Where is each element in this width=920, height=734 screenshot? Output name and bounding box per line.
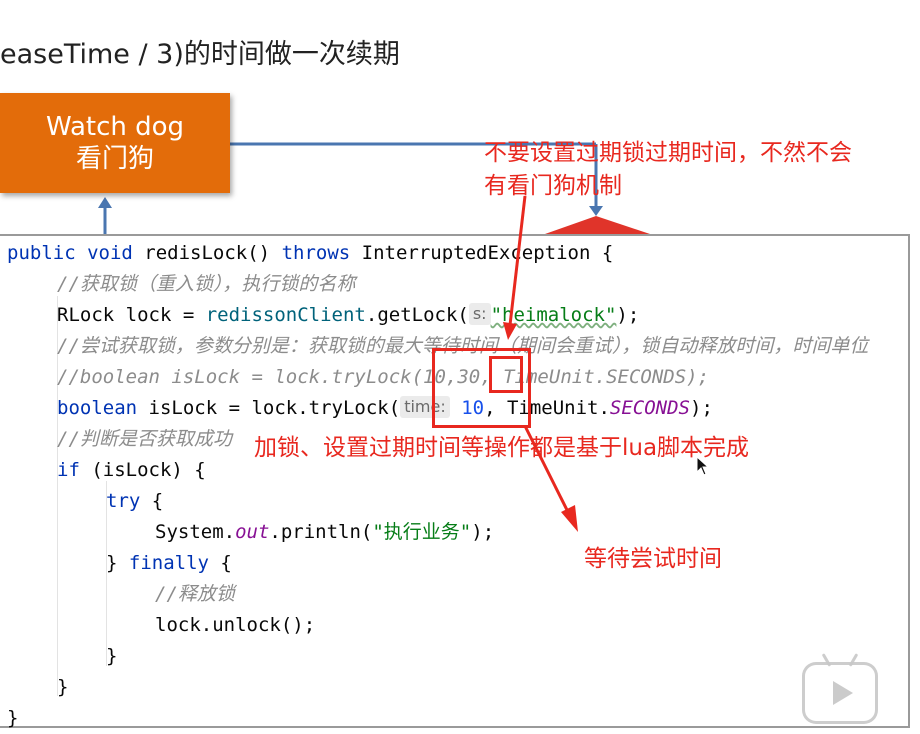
arrow-head-top [503, 322, 517, 340]
annotation-wait-time: 等待尝试时间 [584, 546, 722, 572]
annotation-no-expire-line1: 不要设置过期锁过期时间，不然不会 [484, 140, 852, 166]
annotation-arrows [503, 195, 578, 532]
arrow-line-top [508, 195, 527, 326]
play-video-logo-icon [802, 662, 878, 724]
annotation-no-expire-line2: 有看门狗机制 [484, 173, 622, 199]
arrow-head-bottom [561, 505, 578, 532]
annotation-lua-script: 加锁、设置过期时间等操作都是基于lua脚本完成 [254, 435, 750, 461]
play-triangle-icon [833, 681, 853, 705]
mouse-pointer-icon [696, 456, 710, 476]
